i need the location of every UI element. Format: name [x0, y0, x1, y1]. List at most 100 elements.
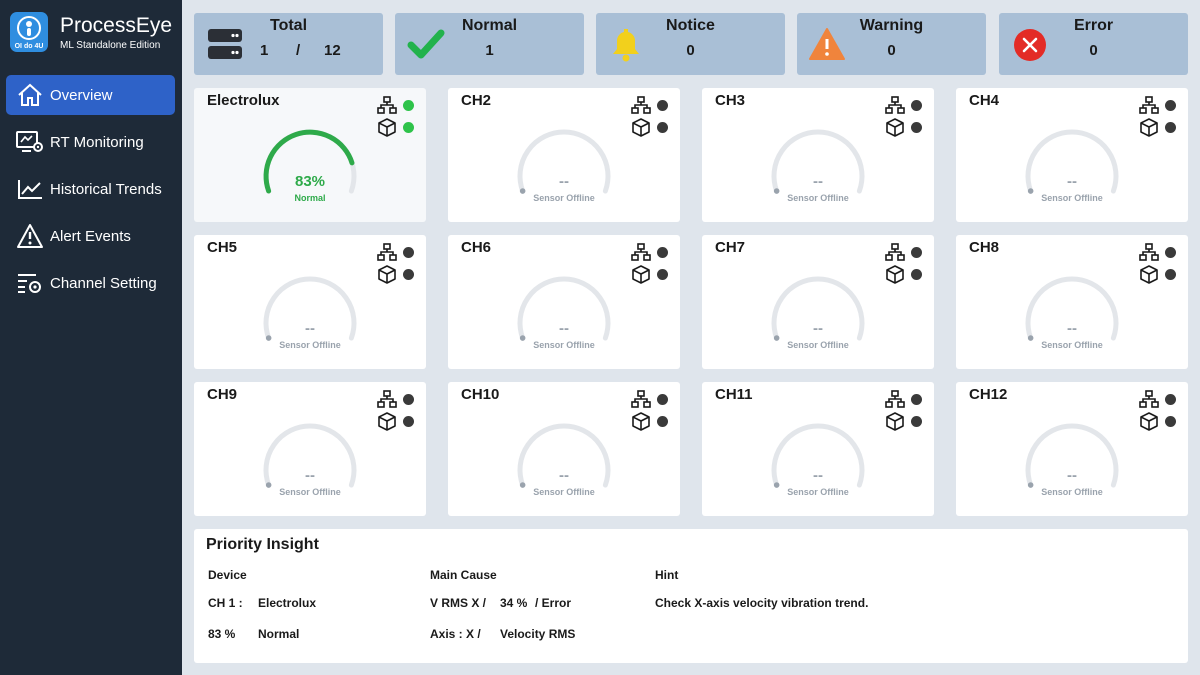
sensor-status-led — [403, 416, 414, 427]
network-icon — [631, 390, 651, 408]
summary-error: Error 0 — [999, 13, 1188, 75]
summary-notice: Notice 0 — [596, 13, 785, 75]
channel-card[interactable]: CH12 -- Sensor Offline — [956, 382, 1188, 516]
settings-list-icon — [16, 270, 44, 296]
channel-card[interactable]: CH10 -- Sensor Offline — [448, 382, 680, 516]
network-status-led — [911, 394, 922, 405]
nav-label: RT Monitoring — [50, 133, 144, 151]
sensor-status-led — [911, 416, 922, 427]
cube-icon — [377, 265, 397, 284]
cube-icon — [377, 412, 397, 431]
gauge-value: 83% — [294, 173, 326, 190]
warning-count: 0 — [887, 42, 896, 59]
header-hint: Hint — [655, 568, 679, 582]
channel-card[interactable]: CH4 -- Sensor Offline — [956, 88, 1188, 222]
channel-card[interactable]: CH6 -- Sensor Offline — [448, 235, 680, 369]
sensor-status-led — [1165, 122, 1176, 133]
channel-name: Electrolux — [207, 92, 280, 109]
network-status-led — [657, 247, 668, 258]
cube-icon — [631, 118, 651, 137]
gauge-value: -- — [1067, 467, 1077, 484]
channel-card[interactable]: CH5 -- Sensor Offline — [194, 235, 426, 369]
notice-count: 0 — [686, 42, 695, 59]
warning-triangle-icon — [16, 223, 44, 249]
nav-item-historical-trends[interactable]: Historical Trends — [6, 169, 175, 209]
network-icon — [377, 96, 397, 114]
sidebar: OI do 4U ProcessEye ML Standalone Editio… — [0, 0, 182, 675]
channel-card[interactable]: CH2 -- Sensor Offline — [448, 88, 680, 222]
gauge-status: Sensor Offline — [1041, 340, 1103, 350]
gauge-value: -- — [305, 320, 315, 337]
channel-name: CH9 — [207, 386, 238, 403]
insight-metric: Velocity RMS — [500, 627, 576, 641]
nav-item-channel-setting[interactable]: Channel Setting — [6, 263, 175, 303]
channel-card[interactable]: CH11 -- Sensor Offline — [702, 382, 934, 516]
channel-name: CH4 — [969, 92, 1000, 109]
cube-icon — [885, 118, 905, 137]
channel-card[interactable]: Electrolux 83% Normal — [194, 88, 426, 222]
network-icon — [631, 96, 651, 114]
gauge-status: Sensor Offline — [787, 193, 849, 203]
error-count: 0 — [1089, 42, 1098, 59]
cube-icon — [1139, 412, 1159, 431]
channel-name: CH8 — [969, 239, 1000, 256]
priority-insight-panel: Priority Insight Device Main Cause Hint … — [194, 529, 1188, 663]
gauge-status: Sensor Offline — [1041, 193, 1103, 203]
insight-cause-level: / Error — [535, 596, 572, 610]
summary-warning: Warning 0 — [797, 13, 986, 75]
channel-card[interactable]: CH3 -- Sensor Offline — [702, 88, 934, 222]
network-icon — [1139, 243, 1159, 261]
channel-card[interactable]: CH7 -- Sensor Offline — [702, 235, 934, 369]
total-online: 1 — [260, 42, 269, 59]
network-status-led — [1165, 394, 1176, 405]
nav-item-rt-monitoring[interactable]: RT Monitoring — [6, 122, 175, 162]
gauge-status: Sensor Offline — [279, 340, 341, 350]
insight-title: Priority Insight — [206, 536, 319, 553]
app-logo: OI do 4U — [10, 12, 48, 52]
nav-item-overview[interactable]: Overview — [6, 75, 175, 115]
logo-text: OI do 4U — [14, 43, 44, 50]
app-name: ProcessEye — [60, 14, 173, 37]
network-icon — [885, 96, 905, 114]
gauge-status: Sensor Offline — [533, 340, 595, 350]
channel-card[interactable]: CH8 -- Sensor Offline — [956, 235, 1188, 369]
sensor-status-led — [657, 122, 668, 133]
channel-name: CH7 — [715, 239, 746, 256]
sensor-status-led — [403, 122, 414, 133]
network-status-led — [403, 100, 414, 111]
channel-name: CH2 — [461, 92, 492, 109]
gauge-value: -- — [559, 320, 569, 337]
nav-label: Historical Trends — [50, 180, 162, 198]
network-status-led — [1165, 100, 1176, 111]
nav-item-alert-events[interactable]: Alert Events — [6, 216, 175, 256]
gauge-value: -- — [813, 320, 823, 337]
insight-level: 83 % — [208, 627, 236, 641]
gauge-value: -- — [559, 467, 569, 484]
gauge-value: -- — [813, 173, 823, 190]
gauge-status: Sensor Offline — [279, 487, 341, 497]
network-icon — [885, 390, 905, 408]
total-channels: 12 — [324, 42, 341, 59]
channel-name: CH3 — [715, 92, 746, 109]
channel-card[interactable]: CH9 -- Sensor Offline — [194, 382, 426, 516]
cube-icon — [377, 118, 397, 137]
sensor-status-led — [1165, 269, 1176, 280]
normal-count: 1 — [485, 42, 494, 59]
gauge-value: -- — [559, 173, 569, 190]
network-status-led — [403, 247, 414, 258]
sensor-status-led — [1165, 416, 1176, 427]
sensor-status-led — [657, 269, 668, 280]
cube-icon — [1139, 265, 1159, 284]
insight-status: Normal — [258, 627, 300, 641]
network-icon — [1139, 390, 1159, 408]
gauge-value: -- — [813, 467, 823, 484]
server-icon — [206, 27, 246, 63]
insight-cause-metric: V RMS X / — [430, 596, 487, 610]
home-icon — [16, 82, 44, 108]
gauge-status: Sensor Offline — [1041, 487, 1103, 497]
nav-label: Channel Setting — [50, 274, 157, 292]
gauge-status: Sensor Offline — [533, 487, 595, 497]
network-status-led — [657, 100, 668, 111]
cube-icon — [885, 412, 905, 431]
network-icon — [377, 390, 397, 408]
